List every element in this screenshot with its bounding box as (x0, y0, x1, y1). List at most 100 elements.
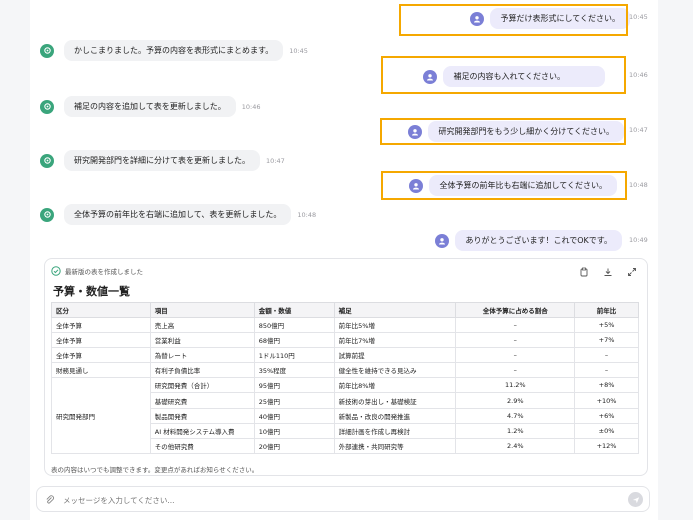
assistant-avatar (40, 99, 54, 114)
assistant-message: かしこまりました。予算の内容を表形式にまとめます。 10:45 (40, 40, 308, 61)
table-cell: +10% (574, 392, 639, 409)
budget-table: 区分 項目 金額・数値 補足 全体予算に占める割合 前年比 全体予算 売上高 8… (51, 302, 639, 454)
message-text: 全体予算の前年比を右端に追加して、表を更新しました。 (64, 204, 292, 225)
table-cell: 財務見通し (51, 362, 151, 379)
table-cell: 詳細計画を作成し再検討 (333, 422, 457, 439)
assistant-message: 研究開発部門を詳細に分けて表を更新しました。 10:47 (40, 150, 285, 171)
assistant-message: 補足の内容を追加して表を更新しました。 10:46 (40, 96, 261, 117)
table-cell: – (574, 362, 639, 379)
table-cell: 前年比5%増 (333, 316, 457, 334)
table-cell: 68億円 (253, 332, 335, 349)
message-input[interactable] (61, 492, 605, 508)
assistant-avatar (40, 207, 54, 222)
user-avatar (435, 233, 450, 248)
table-cell: 1ドル110円 (253, 347, 335, 364)
table-cell: 製品開発費 (149, 407, 255, 424)
card-title: 予算・数値一覧 (53, 285, 130, 298)
message-time: 10:47 (266, 156, 285, 165)
table-cell: 2.4% (455, 437, 576, 454)
assistant-avatar (40, 153, 54, 168)
highlight-box (381, 171, 627, 200)
table-cell: 25億円 (253, 392, 335, 409)
column-header: 金額・数値 (253, 302, 335, 318)
column-header: 項目 (149, 302, 255, 318)
check-circle-icon (51, 266, 61, 276)
message-text: かしこまりました。予算の内容を表形式にまとめます。 (64, 40, 284, 61)
table-row: 財務見通し 有利子負債比率 35%程度 健全性を維持できる見込み – – (51, 362, 639, 379)
table-cell: 外部連携・共同研究等 (333, 437, 457, 454)
table-cell: 95億円 (253, 377, 335, 394)
message-time: 10:46 (241, 102, 261, 111)
send-icon (632, 496, 639, 503)
message-text: 補足の内容を追加して表を更新しました。 (64, 96, 236, 117)
table-cell: 10億円 (253, 422, 335, 439)
user-message: ありがとうございます！これでOKです。 (435, 230, 622, 251)
table-cell: 前年比7%増 (333, 332, 457, 349)
table-cell: – (455, 347, 576, 364)
table-cell: 為替レート (149, 347, 255, 364)
table-cell: +12% (574, 437, 639, 454)
message-input-bar (36, 486, 650, 512)
highlight-box (380, 118, 626, 145)
copy-icon[interactable] (579, 267, 589, 277)
table-cell: +8% (574, 377, 639, 394)
table-cell: +6% (574, 407, 639, 424)
table-cell: 売上高 (149, 316, 255, 334)
table-row: 全体予算 為替レート 1ドル110円 試算前提 – – (51, 347, 639, 364)
table-cell: 健全性を維持できる見込み (333, 362, 457, 379)
table-cell: 11.2% (455, 377, 576, 394)
message-text: ありがとうございます！これでOKです。 (455, 230, 622, 251)
table-row: 全体予算 売上高 850億円 前年比5%増 – +5% (51, 316, 639, 334)
table-cell: 4.7% (455, 407, 576, 424)
table-cell: ±0% (574, 422, 639, 439)
table-cell: その他研究費 (149, 437, 255, 454)
expand-icon[interactable] (627, 267, 637, 277)
highlight-box (381, 56, 626, 94)
table-cell: – (574, 347, 639, 364)
table-cell: 前年比8%増 (333, 377, 457, 394)
table-cell: AI 材料開発システム導入費 (149, 422, 255, 439)
table-cell: 850億円 (253, 316, 335, 334)
table-cell: 全体予算 (51, 347, 151, 364)
message-time: 10:49 (629, 236, 648, 244)
table-cell: 基礎研究費 (149, 392, 255, 409)
assistant-avatar (40, 43, 54, 58)
table-row: 研究開発部門 研究開発費（合計） 95億円 前年比8%増 11.2% +8% (51, 377, 639, 454)
result-card: 最新版の表を作成しました 予算・数値一覧 区分 項目 金額・数値 補足 全体予算… (44, 258, 648, 476)
message-time: 10:48 (297, 210, 317, 219)
message-time: 10:48 (629, 181, 648, 189)
message-time: 10:46 (629, 71, 648, 79)
table-cell: 営業利益 (149, 332, 255, 349)
column-header: 区分 (51, 302, 151, 318)
message-time: 10:45 (629, 13, 648, 21)
table-cell: – (455, 332, 576, 349)
table-cell: – (455, 316, 576, 334)
table-cell: +7% (574, 332, 639, 349)
column-header: 全体予算に占める割合 (455, 302, 576, 318)
table-cell: 2.9% (455, 392, 576, 409)
message-text: 研究開発部門を詳細に分けて表を更新しました。 (64, 150, 260, 171)
table-cell: 研究開発部門 (51, 377, 151, 454)
table-cell: 有利子負債比率 (149, 362, 255, 379)
table-cell: 20億円 (253, 437, 335, 454)
table-row: 全体予算 営業利益 68億円 前年比7%増 – +7% (51, 332, 639, 349)
assistant-message: 全体予算の前年比を右端に追加して、表を更新しました。 10:48 (40, 204, 316, 225)
table-cell: 全体予算 (51, 316, 151, 334)
table-cell: 新技術の芽出し・基礎検証 (333, 392, 457, 409)
column-header: 前年比 (574, 302, 639, 318)
table-cell: – (455, 362, 576, 379)
card-status: 最新版の表を作成しました (65, 268, 143, 276)
paperclip-icon[interactable] (45, 495, 55, 505)
table-cell: +5% (574, 316, 639, 334)
table-cell: 35%程度 (253, 362, 335, 379)
send-button[interactable] (628, 492, 643, 507)
table-cell: 研究開発費（合計） (149, 377, 255, 394)
column-header: 補足 (333, 302, 457, 318)
table-cell: 40億円 (253, 407, 335, 424)
table-header-row: 区分 項目 金額・数値 補足 全体予算に占める割合 前年比 (51, 302, 639, 318)
card-footnote: 表の内容はいつでも調整できます。変更点があればお知らせください。 (51, 466, 259, 474)
download-icon[interactable] (603, 267, 613, 277)
highlight-box (399, 4, 628, 36)
table-cell: 1.2% (455, 422, 576, 439)
table-cell: 新製品・改良の開発推進 (333, 407, 457, 424)
